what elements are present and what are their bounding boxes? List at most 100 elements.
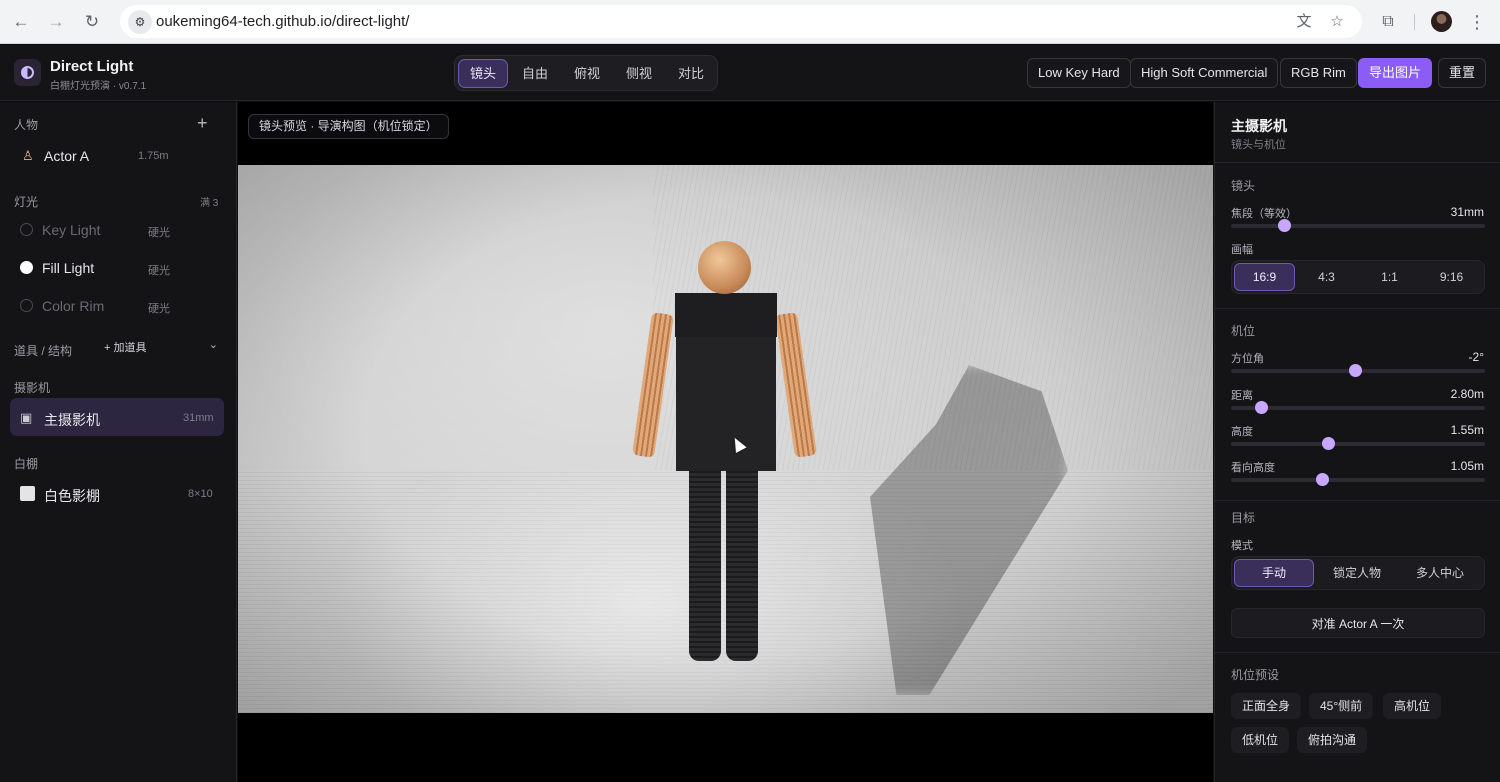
height-slider[interactable]: [1231, 437, 1485, 450]
lights-count: 满 3: [200, 198, 219, 209]
preset-high-soft-commercial[interactable]: High Soft Commercial: [1130, 58, 1279, 88]
studio-size: 8×10: [188, 488, 213, 500]
extensions-icon[interactable]: ⧉: [1376, 10, 1400, 34]
studio-section-title: 白棚: [14, 457, 39, 471]
view-mode-camera[interactable]: 镜头: [458, 59, 508, 88]
camera-preset-low[interactable]: 低机位: [1231, 727, 1290, 753]
target-mode-group-center[interactable]: 多人中心: [1400, 559, 1480, 587]
view-mode-free[interactable]: 自由: [510, 59, 560, 88]
view-mode-top[interactable]: 俯视: [562, 59, 612, 88]
props-section-title: 道具 / 结构: [14, 344, 73, 358]
person-icon: ♙: [22, 148, 34, 163]
app-header: Direct Light 白棚灯光预演 · v0.7.1 镜头 自由 俯视 侧视…: [0, 45, 1500, 101]
actor-head: [698, 241, 751, 294]
target-mode-lock-person[interactable]: 锁定人物: [1317, 559, 1397, 587]
aspect-1-1[interactable]: 1:1: [1359, 263, 1420, 291]
camera-name[interactable]: 主摄影机: [44, 410, 100, 430]
back-icon[interactable]: ←: [9, 10, 33, 34]
distance-value: 2.80m: [1450, 387, 1484, 401]
focal-slider[interactable]: [1231, 219, 1485, 232]
camera-focal: 31mm: [183, 412, 214, 424]
camera-preset-high[interactable]: 高机位: [1383, 693, 1442, 719]
key-light-toggle[interactable]: [20, 223, 33, 236]
studio-scene[interactable]: [238, 165, 1213, 713]
azimuth-value: -2°: [1468, 350, 1484, 364]
azimuth-slider[interactable]: [1231, 364, 1485, 377]
look-height-slider-thumb[interactable]: [1316, 473, 1330, 486]
view-mode-compare[interactable]: 对比: [666, 59, 716, 88]
divider: [1215, 162, 1500, 163]
height-slider-thumb[interactable]: [1321, 437, 1335, 450]
key-light-name[interactable]: Key Light: [42, 222, 100, 238]
key-light-type: 硬光: [148, 227, 170, 239]
target-mode-label: 模式: [1231, 540, 1253, 552]
camera-viewport[interactable]: 镜头预览 · 导演构图（机位锁定）: [238, 102, 1213, 782]
look-height-label: 看向高度: [1231, 462, 1275, 474]
site-settings-icon[interactable]: ⚙: [128, 10, 152, 34]
camera-preset-front-full[interactable]: 正面全身: [1231, 693, 1302, 719]
address-bar[interactable]: ⚙ oukeming64-tech.github.io/direct-light…: [120, 5, 1362, 38]
preset-low-key-hard[interactable]: Low Key Hard: [1027, 58, 1131, 88]
camera-preset-overhead-talk[interactable]: 俯拍沟通: [1297, 727, 1368, 753]
lights-section-title: 灯光: [14, 195, 39, 209]
fill-light-toggle[interactable]: [20, 261, 33, 274]
divider: [1215, 308, 1500, 309]
target-mode-manual[interactable]: 手动: [1234, 559, 1314, 587]
reset-button[interactable]: 重置: [1438, 58, 1487, 88]
browser-toolbar: ← → ↻ ⚙ oukeming64-tech.github.io/direct…: [0, 0, 1500, 44]
aspect-selector: 16:9 4:3 1:1 9:16: [1231, 260, 1485, 294]
actor-name[interactable]: Actor A: [44, 148, 89, 164]
divider: [1215, 500, 1500, 501]
target-section-title: 目标: [1231, 511, 1256, 525]
bookmark-star-icon[interactable]: ☆: [1326, 11, 1348, 33]
camera-preset-45-front[interactable]: 45°侧前: [1309, 693, 1374, 719]
add-prop-dropdown[interactable]: + 加道具 ⌄: [104, 339, 224, 359]
azimuth-slider-thumb[interactable]: [1349, 364, 1363, 377]
focal-slider-thumb[interactable]: [1278, 219, 1292, 232]
view-mode-side[interactable]: 侧视: [614, 59, 664, 88]
forward-icon[interactable]: →: [44, 10, 68, 34]
url-text[interactable]: oukeming64-tech.github.io/direct-light/: [156, 13, 409, 30]
height-value: 1.55m: [1450, 423, 1484, 437]
export-image-button[interactable]: 导出图片: [1358, 58, 1433, 88]
camera-inspector: 主摄影机 镜头与机位 镜头 焦段（等效） 31mm 画幅 16:9 4:3 1:…: [1214, 102, 1500, 782]
color-rim-type: 硬光: [148, 303, 170, 315]
translate-icon[interactable]: 文: [1293, 11, 1315, 33]
distance-label: 距离: [1231, 390, 1253, 402]
aspect-label: 画幅: [1231, 244, 1253, 256]
actor-torso: [675, 293, 777, 471]
app-subtitle: 白棚灯光预演 · v0.7.1: [50, 81, 147, 92]
browser-menu-icon[interactable]: ⋮: [1467, 10, 1487, 34]
divider: [1215, 652, 1500, 653]
app-logo-icon: [14, 59, 41, 86]
app-title: Direct Light: [50, 58, 134, 75]
reload-icon[interactable]: ↻: [80, 10, 104, 34]
aim-once-button[interactable]: 对准 Actor A 一次: [1231, 608, 1485, 638]
color-rim-toggle[interactable]: [20, 299, 33, 312]
aspect-16-9[interactable]: 16:9: [1234, 263, 1295, 291]
height-label: 高度: [1231, 426, 1253, 438]
studio-swatch: [20, 486, 35, 501]
inspector-title: 主摄影机: [1231, 118, 1287, 134]
color-rim-name[interactable]: Color Rim: [42, 298, 104, 314]
fill-light-name[interactable]: Fill Light: [42, 260, 94, 276]
distance-slider[interactable]: [1231, 401, 1485, 414]
distance-slider-thumb[interactable]: [1255, 401, 1269, 414]
look-height-slider[interactable]: [1231, 473, 1485, 486]
add-prop-label: + 加道具: [104, 342, 147, 354]
profile-avatar[interactable]: [1431, 11, 1452, 32]
look-height-value: 1.05m: [1450, 459, 1484, 473]
fill-light-type: 硬光: [148, 265, 170, 277]
target-mode-selector: 手动 锁定人物 多人中心: [1231, 556, 1485, 590]
studio-name[interactable]: 白色影棚: [44, 486, 100, 506]
lens-section-title: 镜头: [1231, 179, 1256, 193]
add-person-icon[interactable]: +: [197, 113, 208, 134]
preset-rgb-rim[interactable]: RGB Rim: [1280, 58, 1357, 88]
actor-height: 1.75m: [138, 150, 169, 162]
aspect-4-3[interactable]: 4:3: [1296, 263, 1357, 291]
focal-value: 31mm: [1450, 205, 1484, 219]
camera-presets-section-title: 机位预设: [1231, 668, 1280, 682]
aspect-9-16[interactable]: 9:16: [1421, 263, 1482, 291]
chevron-down-icon: ⌄: [208, 339, 218, 351]
toolbar-divider: [1414, 14, 1415, 30]
